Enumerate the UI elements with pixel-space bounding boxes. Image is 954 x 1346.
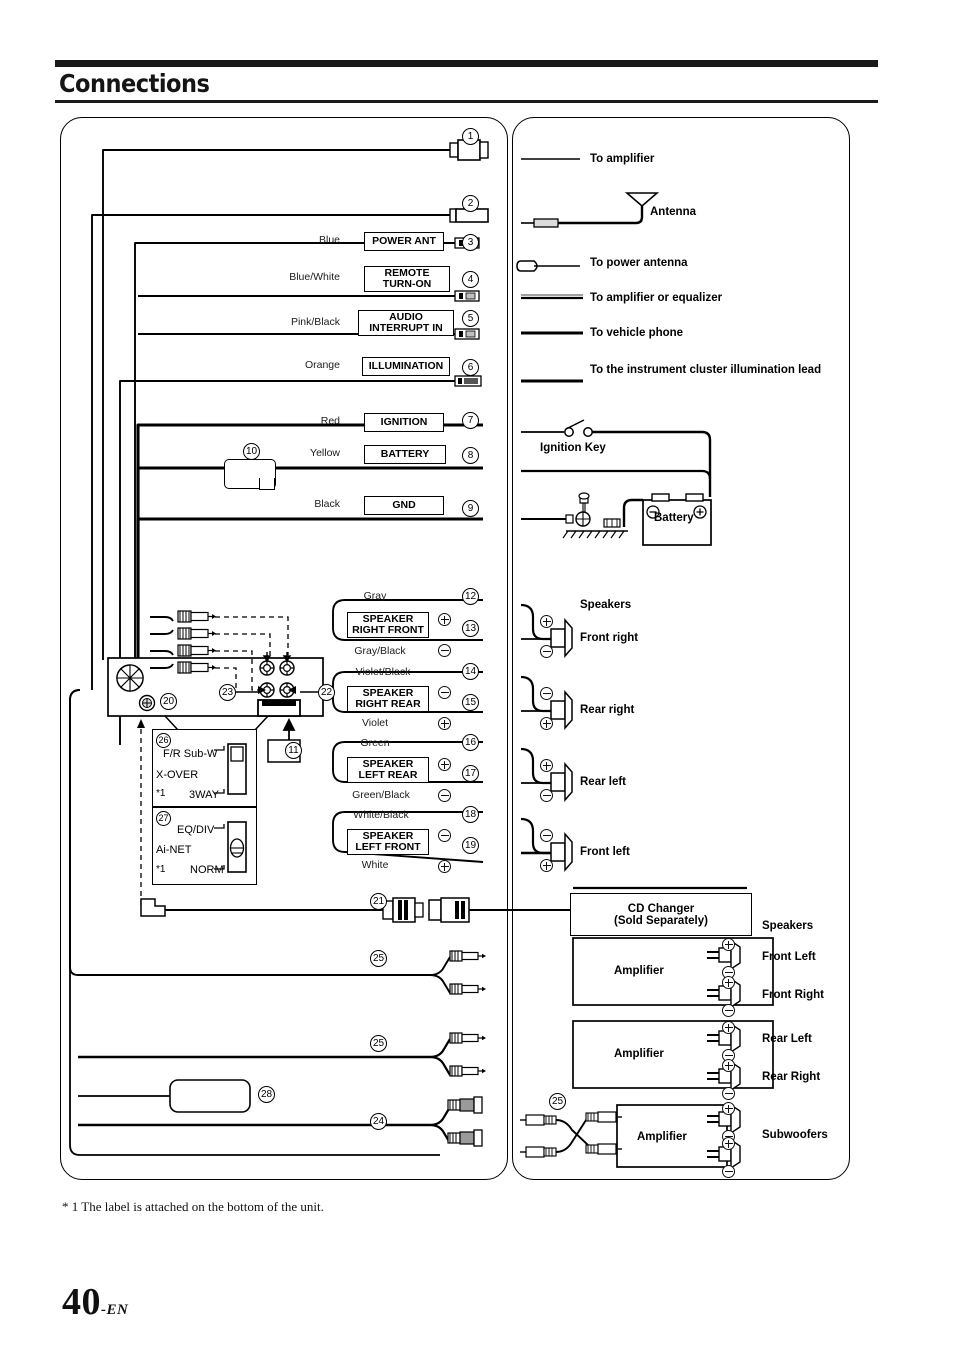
amp3-out-1: Subwoofers	[762, 1129, 828, 1141]
antenna-symbol	[521, 192, 660, 228]
spk-rr-minus	[540, 687, 553, 700]
cd-changer-box: CD Changer (Sold Separately)	[570, 893, 752, 936]
amp-speakers-title: Speakers	[762, 920, 814, 932]
spk-fr-minus	[540, 645, 553, 658]
amp1-p1	[722, 938, 735, 951]
power-antenna-symbol	[516, 260, 580, 272]
amp-block-2	[572, 1020, 774, 1092]
callout-25-sub: 25	[549, 1093, 566, 1110]
battery-label: Battery	[654, 512, 694, 524]
amp3-p2	[722, 1137, 735, 1150]
ignition-key-circuit	[521, 419, 712, 497]
spk-fl-plus	[540, 859, 553, 872]
cd-changer-line1: CD Changer	[627, 902, 695, 915]
speakers-title: Speakers	[580, 599, 632, 611]
manual-page: Connections Blue POWER ANT Blue/White RE…	[0, 0, 954, 1346]
speaker-label-front-left: Front left	[580, 846, 630, 858]
amp3-label: Amplifier	[637, 1131, 687, 1143]
spk-rr-plus	[540, 717, 553, 730]
amp1-out-2: Front Right	[762, 989, 824, 1001]
amp2-out-2: Rear Right	[762, 1071, 821, 1083]
amp3-m2	[722, 1165, 735, 1178]
spk-rl-plus	[540, 759, 553, 772]
amp3-p1	[722, 1102, 735, 1115]
amp1-out-1: Front Left	[762, 951, 816, 963]
ignition-key-label: Ignition Key	[540, 442, 606, 454]
legend-amp-or-eq: To amplifier or equalizer	[590, 292, 723, 304]
legend-vehicle-phone: To vehicle phone	[590, 327, 684, 339]
amp1-m2	[722, 1004, 735, 1017]
amp2-p1	[722, 1021, 735, 1034]
footnote: * 1 The label is attached on the bottom …	[62, 1199, 324, 1214]
rca-crossover-25	[520, 1111, 622, 1158]
amp-block-1	[572, 937, 774, 1009]
amp1-label: Amplifier	[614, 965, 664, 977]
cd-changer-line2: (Sold Separately)	[614, 914, 708, 927]
page-number-value: 40	[62, 1281, 101, 1323]
right-legend-graphics	[516, 158, 774, 1170]
chassis-ground-symbol	[521, 492, 643, 539]
page-number: 40-EN	[62, 1280, 128, 1324]
legend-power-antenna: To power antenna	[590, 257, 688, 269]
spk-fl-minus	[540, 829, 553, 842]
speaker-label-rear-right: Rear right	[580, 704, 635, 716]
speaker-label-rear-left: Rear left	[580, 776, 627, 788]
legend-antenna: Antenna	[650, 206, 696, 218]
spk-fr-plus	[540, 615, 553, 628]
speaker-label-front-right: Front right	[580, 632, 639, 644]
amp1-p2	[722, 976, 735, 989]
amp2-m2	[722, 1087, 735, 1100]
page-number-suffix: -EN	[101, 1302, 129, 1318]
amp2-label: Amplifier	[614, 1048, 664, 1060]
spk-rl-minus	[540, 789, 553, 802]
legend-instrument-cluster: To the instrument cluster illumination l…	[590, 364, 822, 376]
legend-to-amplifier: To amplifier	[590, 153, 655, 165]
amp2-p2	[722, 1059, 735, 1072]
amp2-out-1: Rear Left	[762, 1033, 812, 1045]
